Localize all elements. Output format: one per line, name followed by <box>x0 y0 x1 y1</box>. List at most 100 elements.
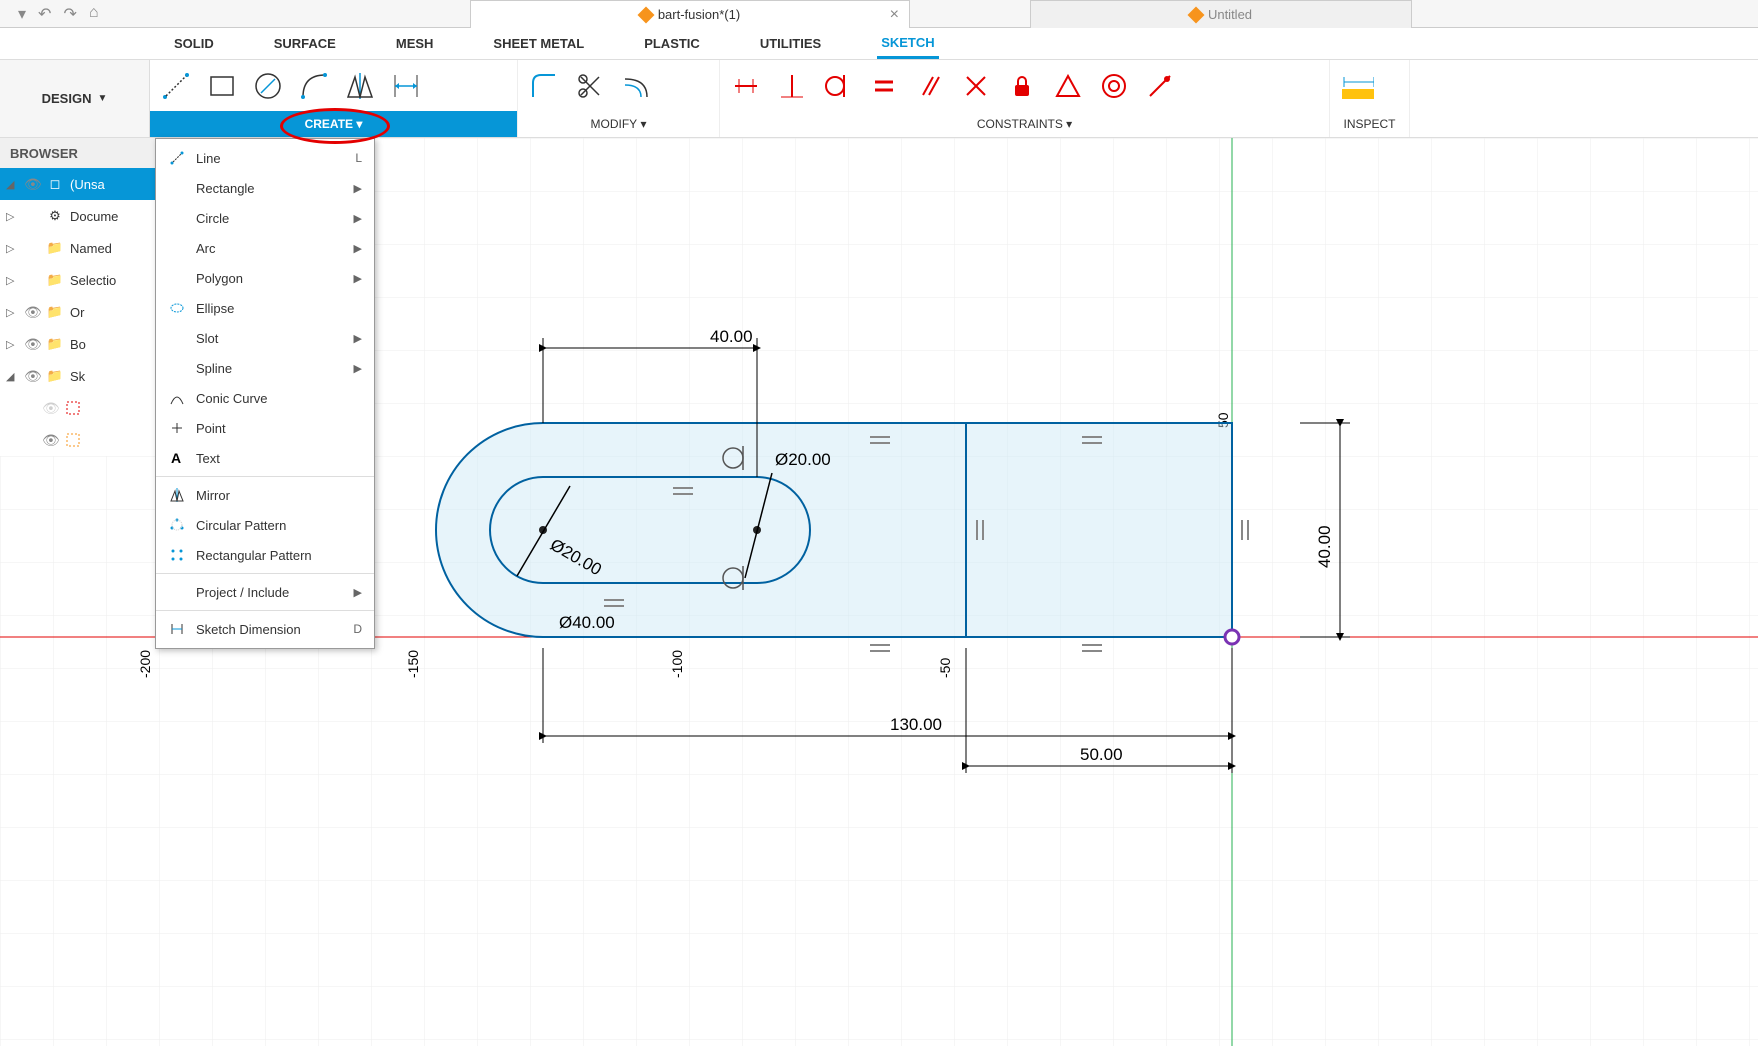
tab-solid[interactable]: SOLID <box>170 30 218 57</box>
browser-item[interactable]: ◢👁📁Sk <box>0 360 155 392</box>
browser-item[interactable]: ▷👁📁Or <box>0 296 155 328</box>
file-tab-label: Untitled <box>1208 7 1252 22</box>
circle-tool-icon[interactable] <box>250 68 286 104</box>
design-workspace-button[interactable]: DESIGN▼ <box>0 60 150 137</box>
trim-tool-icon[interactable] <box>572 68 608 104</box>
group-modify: MODIFY ▾ <box>518 60 720 137</box>
chevron-right-icon: ▶ <box>354 242 362 255</box>
browser-sketch-item[interactable]: 👁 <box>0 392 155 424</box>
browser-sketch-item[interactable]: 👁 <box>0 424 155 456</box>
create-menu-item[interactable]: Arc ▶ <box>156 233 374 263</box>
menu-item-label: Rectangle <box>196 181 255 196</box>
group-constraints: CONSTRAINTS ▾ <box>720 60 1330 137</box>
home-icon[interactable]: ⌂ <box>89 4 99 24</box>
undo-icon[interactable]: ↶ <box>38 4 51 24</box>
fix-constraint-icon[interactable] <box>1004 68 1040 104</box>
menu-item-label: Mirror <box>196 488 230 503</box>
create-menu-item[interactable]: Project / Include▶ <box>156 577 374 607</box>
browser-root[interactable]: ◢👁◻ (Unsa <box>0 168 155 200</box>
ribbon: DESIGN▼ CREATE ▾ MODIFY ▾ <box>0 60 1758 138</box>
menu-item-label: Polygon <box>196 271 243 286</box>
perpendicular-constraint-icon[interactable] <box>958 68 994 104</box>
tab-surface[interactable]: SURFACE <box>270 30 340 57</box>
rect-icon <box>168 179 186 197</box>
shortcut: L <box>355 151 362 165</box>
chevron-right-icon: ▶ <box>354 272 362 285</box>
equal-constraint-icon[interactable] <box>866 68 902 104</box>
menu-item-label: Sketch Dimension <box>196 622 301 637</box>
offset-tool-icon[interactable] <box>618 68 654 104</box>
line-icon <box>168 149 186 167</box>
create-menu-item[interactable]: Mirror <box>156 480 374 510</box>
coincident-constraint-icon[interactable] <box>1142 68 1178 104</box>
dim-label: 40.00 <box>1315 525 1334 568</box>
tab-plastic[interactable]: PLASTIC <box>640 30 704 57</box>
axis-tick: -200 <box>137 650 153 678</box>
group-constraints-label[interactable]: CONSTRAINTS ▾ <box>720 111 1329 137</box>
cpat-icon <box>168 516 186 534</box>
tab-utilities[interactable]: UTILITIES <box>756 30 825 57</box>
create-menu-item[interactable]: Conic Curve <box>156 383 374 413</box>
arc-tool-icon[interactable] <box>296 68 332 104</box>
tab-mesh[interactable]: MESH <box>392 30 438 57</box>
dimension-tool-icon[interactable] <box>388 68 424 104</box>
dim-label: 130.00 <box>890 715 942 734</box>
create-menu: Line L Rectangle ▶ Circle▶ Arc ▶ Polygon ▶ Ellips… <box>155 138 375 649</box>
create-menu-item[interactable]: AText <box>156 443 374 473</box>
tangent-constraint-icon[interactable] <box>820 68 856 104</box>
fillet-tool-icon[interactable] <box>526 68 562 104</box>
create-menu-item[interactable]: Rectangular Pattern <box>156 540 374 570</box>
create-menu-item[interactable]: Spline▶ <box>156 353 374 383</box>
save-icon[interactable]: ▾ <box>18 4 26 24</box>
parallel-constraint-icon[interactable] <box>912 68 948 104</box>
dim-label: 50.00 <box>1080 745 1123 764</box>
browser-item[interactable]: ▷👁📁Bo <box>0 328 155 360</box>
concentric-constraint-icon[interactable] <box>1096 68 1132 104</box>
rectangle-tool-icon[interactable] <box>204 68 240 104</box>
create-menu-item[interactable]: Sketch DimensionD <box>156 614 374 644</box>
create-menu-item[interactable]: Line L <box>156 143 374 173</box>
midpoint-constraint-icon[interactable] <box>1050 68 1086 104</box>
chevron-right-icon: ▶ <box>354 182 362 195</box>
menu-item-label: Ellipse <box>196 301 234 316</box>
browser-item[interactable]: ▷📁Named <box>0 232 155 264</box>
vertical-constraint-icon[interactable] <box>774 68 810 104</box>
measure-tool-icon[interactable] <box>1338 68 1374 104</box>
group-inspect-label[interactable]: INSPECT <box>1330 111 1409 137</box>
browser-panel: BROWSER ◢👁◻ (Unsa ▷⚙Docume ▷📁Named ▷📁Sel… <box>0 138 155 456</box>
create-menu-item[interactable]: Point <box>156 413 374 443</box>
file-tab-active[interactable]: bart-fusion*(1) × <box>470 0 910 28</box>
file-tab-secondary[interactable]: Untitled <box>1030 0 1412 28</box>
create-menu-item[interactable]: Ellipse <box>156 293 374 323</box>
line-tool-icon[interactable] <box>158 68 194 104</box>
browser-root-label: (Unsa <box>70 177 105 192</box>
menu-item-label: Arc <box>196 241 216 256</box>
create-menu-item[interactable]: Circle▶ <box>156 203 374 233</box>
create-menu-item[interactable]: Slot▶ <box>156 323 374 353</box>
browser-title: BROWSER <box>0 138 155 168</box>
create-menu-item[interactable]: Circular Pattern <box>156 510 374 540</box>
design-label: DESIGN <box>42 91 92 106</box>
axis-tick: -50 <box>937 658 953 678</box>
browser-item[interactable]: ▷⚙Docume <box>0 200 155 232</box>
tab-sketch[interactable]: SKETCH <box>877 29 938 59</box>
group-create-label[interactable]: CREATE ▾ <box>150 111 517 137</box>
spline-icon <box>168 359 186 377</box>
close-icon[interactable]: × <box>890 6 899 24</box>
browser-item[interactable]: ▷📁Selectio <box>0 264 155 296</box>
redo-icon[interactable]: ↷ <box>63 4 76 24</box>
menu-item-label: Conic Curve <box>196 391 268 406</box>
menu-item-label: Line <box>196 151 221 166</box>
text-icon: A <box>168 449 186 467</box>
group-inspect: INSPECT <box>1330 60 1410 137</box>
tab-sheetmetal[interactable]: SHEET METAL <box>489 30 588 57</box>
mirror-tool-icon[interactable] <box>342 68 378 104</box>
create-menu-item[interactable]: Rectangle ▶ <box>156 173 374 203</box>
dim-label: 40.00 <box>710 327 753 346</box>
horizontal-constraint-icon[interactable] <box>728 68 764 104</box>
create-menu-item[interactable]: Polygon ▶ <box>156 263 374 293</box>
file-icon <box>637 6 654 23</box>
file-tab-label: bart-fusion*(1) <box>658 7 740 22</box>
chevron-right-icon: ▶ <box>354 586 362 599</box>
group-modify-label[interactable]: MODIFY ▾ <box>518 111 719 137</box>
